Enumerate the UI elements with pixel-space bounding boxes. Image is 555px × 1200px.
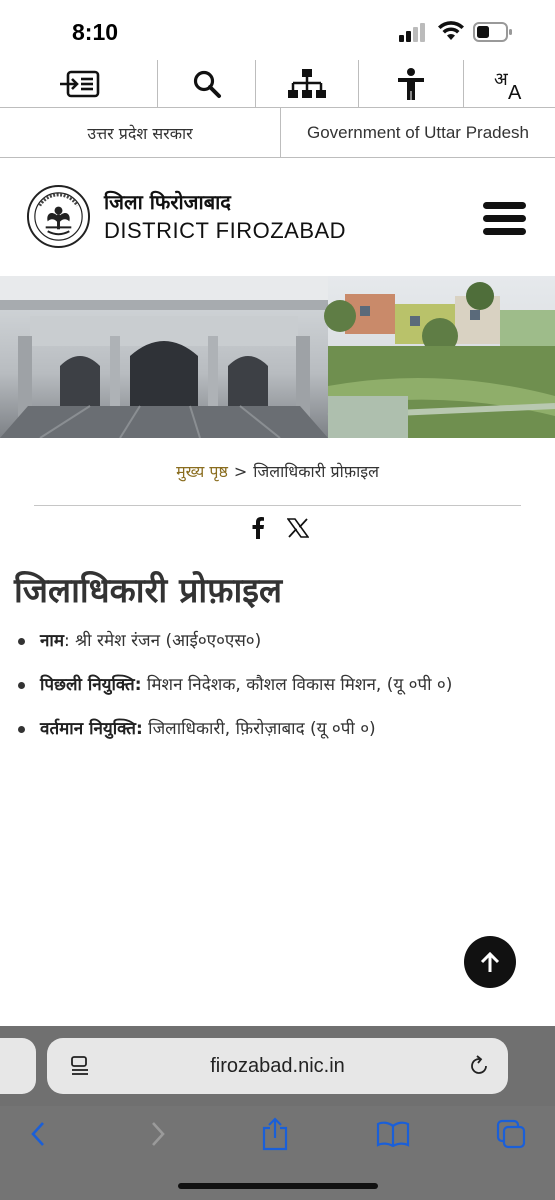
detail-label: नाम	[40, 631, 65, 651]
browser-address-area: firozabad.nic.in	[0, 1026, 555, 1106]
cellular-signal-icon	[399, 22, 429, 42]
search-icon	[193, 70, 221, 98]
district-name-hindi: जिला फिरोजाबाद	[104, 190, 231, 214]
breadcrumb: मुख्य पृष्ठ > जिलाधिकारी प्रोफ़ाइल	[0, 460, 555, 482]
chevron-right-icon	[152, 1122, 165, 1146]
district-name-english: DISTRICT FIROZABAD	[104, 218, 347, 243]
home-indicator	[178, 1183, 378, 1189]
detail-label: वर्तमान नियुक्ति:	[40, 719, 143, 739]
profile-details-list: नाम: श्री रमेश रंजन (आई०ए०एस०) पिछली निय…	[18, 628, 452, 760]
reload-icon[interactable]	[467, 1054, 491, 1078]
tabs-button[interactable]	[491, 1114, 531, 1154]
url-text: firozabad.nic.in	[210, 1055, 345, 1077]
book-icon	[376, 1121, 410, 1147]
back-button[interactable]	[18, 1114, 58, 1154]
x-icon	[286, 518, 309, 538]
facebook-share-button[interactable]	[246, 516, 270, 540]
up-government-emblem-logo[interactable]	[26, 184, 91, 249]
language-icon: अ A	[494, 69, 522, 101]
back-to-top-button[interactable]	[464, 936, 516, 988]
detail-value: जिलाधिकारी, फ़िरोज़ाबाद (यू ०पी ०)	[142, 719, 376, 739]
banner-image	[0, 276, 555, 438]
detail-value: मिशन निदेशक, कौशल विकास मिशन, (यू ०पी ०)	[141, 675, 453, 695]
detail-label: पिछली नियुक्ति:	[40, 675, 142, 695]
bookmarks-button[interactable]	[373, 1114, 413, 1154]
chevron-left-icon	[31, 1122, 44, 1146]
facebook-icon	[252, 517, 264, 539]
svg-text:अ: अ	[494, 69, 509, 90]
government-bar: उत्तर प्रदेश सरकार Government of Uttar P…	[0, 108, 555, 158]
breadcrumb-home-link[interactable]: मुख्य पृष्ठ	[176, 462, 228, 481]
forward-button[interactable]	[138, 1114, 178, 1154]
accessibility-icon	[398, 67, 424, 100]
share-icon	[262, 1117, 288, 1151]
breadcrumb-current: जिलाधिकारी प्रोफ़ाइल	[253, 462, 379, 481]
site-header: जिला फिरोजाबाद DISTRICT FIROZABAD	[0, 158, 555, 276]
banner-carousel	[0, 276, 555, 438]
accessibility-toolbar: अ A	[0, 60, 555, 108]
detail-previous-posting: पिछली नियुक्ति: मिशन निदेशक, कौशल विकास …	[18, 672, 452, 716]
previous-tab-preview[interactable]	[0, 1038, 36, 1094]
x-share-button[interactable]	[286, 516, 310, 540]
breadcrumb-separator: >	[233, 462, 248, 481]
gov-up-english-link[interactable]: Government of Uttar Pradesh	[281, 108, 555, 157]
language-button[interactable]: अ A	[464, 60, 555, 107]
detail-name: नाम: श्री रमेश रंजन (आई०ए०एस०)	[18, 628, 452, 672]
skip-to-content-icon	[59, 70, 99, 97]
battery-icon	[473, 22, 512, 42]
page-title: जिलाधिकारी प्रोफ़ाइल	[14, 571, 282, 611]
hamburger-menu-button[interactable]	[483, 202, 527, 236]
share-buttons	[0, 516, 555, 540]
search-button[interactable]	[158, 60, 256, 107]
skip-to-content-button[interactable]	[0, 60, 158, 107]
status-time: 8:10	[72, 19, 119, 45]
detail-value: : श्री रमेश रंजन (आई०ए०एस०)	[64, 631, 262, 651]
wifi-icon	[438, 21, 464, 40]
gov-up-hindi-link[interactable]: उत्तर प्रदेश सरकार	[0, 108, 281, 157]
sitemap-button[interactable]	[256, 60, 359, 107]
detail-current-posting: वर्तमान नियुक्ति: जिलाधिकारी, फ़िरोज़ाबा…	[18, 716, 452, 760]
content-divider	[34, 505, 521, 506]
share-button[interactable]	[255, 1114, 295, 1154]
accessibility-button[interactable]	[359, 60, 464, 107]
status-bar: 8:10	[0, 0, 555, 60]
sitemap-icon	[288, 68, 326, 98]
arrow-up-icon	[480, 951, 500, 972]
svg-text:A: A	[508, 82, 522, 101]
address-bar[interactable]: firozabad.nic.in	[47, 1038, 508, 1094]
tabs-icon	[496, 1119, 526, 1149]
